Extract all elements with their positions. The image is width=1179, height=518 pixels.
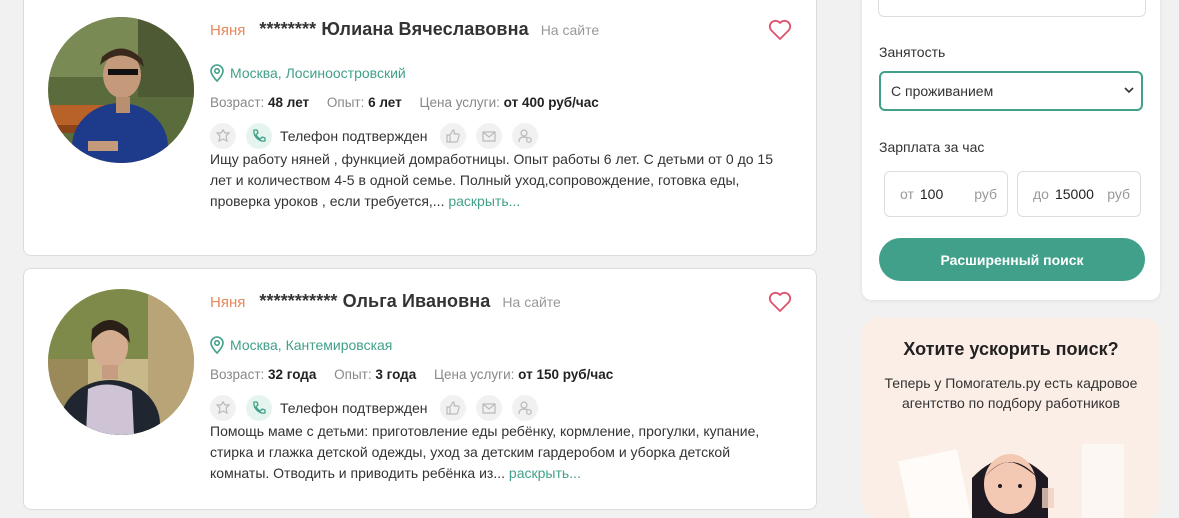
avatar[interactable]	[48, 289, 194, 435]
role-label: Няня	[210, 22, 246, 39]
candidate-name[interactable]: *********** Ольга Ивановна	[259, 291, 490, 312]
expand-link[interactable]: раскрыть...	[448, 193, 520, 209]
chevron-down-icon	[1124, 87, 1134, 94]
stats-row: Возраст: 32 года Опыт: 3 года Цена услуг…	[210, 367, 627, 382]
emblem-icon[interactable]	[210, 123, 236, 149]
stats-row: Возраст: 48 лет Опыт: 6 лет Цена услуги:…	[210, 95, 613, 110]
price-value: от 150 руб/час	[518, 367, 614, 382]
salary-label: Зарплата за час	[879, 139, 985, 155]
online-status: На сайте	[540, 22, 600, 38]
promo-text: Теперь у Помогатель.ру есть кадровое аге…	[884, 375, 1138, 411]
heart-icon[interactable]	[768, 291, 792, 313]
card-header: Няня *********** Ольга Ивановна На сайте	[210, 291, 561, 312]
filter-panel: Занятость С проживанием Зарплата за час …	[862, 0, 1160, 300]
location-pin-icon	[210, 64, 224, 82]
salary-to-input[interactable]: до 15000 руб	[1017, 171, 1141, 217]
age-label: Возраст:	[210, 95, 265, 110]
location-text: Москва, Кантемировская	[230, 337, 393, 353]
location-text: Москва, Лосиноостровский	[230, 65, 406, 81]
description: Помощь маме с детьми: приготовление еды …	[210, 421, 790, 484]
user-check-icon[interactable]	[511, 123, 538, 149]
candidate-name[interactable]: ******** Юлиана Вячеславовна	[259, 19, 528, 40]
envelope-icon[interactable]	[475, 123, 502, 149]
employment-label: Занятость	[879, 44, 946, 60]
price-value: от 400 руб/час	[503, 95, 599, 110]
online-status: На сайте	[502, 294, 561, 310]
verification-badges: Телефон подтвержден	[210, 395, 548, 421]
experience-label: Опыт:	[326, 95, 365, 110]
thumbs-up-icon[interactable]	[439, 123, 466, 149]
phone-icon[interactable]	[246, 123, 272, 149]
verification-badges: Телефон подтвержден	[210, 123, 548, 149]
employment-select-value: С проживанием	[891, 83, 994, 99]
location: Москва, Лосиноостровский	[210, 64, 406, 82]
promo-banner[interactable]: Хотите ускорить поиск? Теперь у Помогате…	[862, 318, 1160, 518]
salary-to-prefix: до	[1033, 186, 1049, 202]
description: Ищу работу няней , функцией домработницы…	[210, 149, 790, 212]
salary-from-prefix: от	[900, 186, 914, 202]
salary-from-value: 100	[919, 186, 944, 202]
phone-verified-text: Телефон подтвержден	[280, 128, 428, 144]
experience-value: 6 лет	[368, 95, 402, 110]
promo-illustration	[898, 444, 1124, 518]
avatar[interactable]	[48, 17, 194, 163]
expand-link[interactable]: раскрыть...	[509, 465, 581, 481]
advanced-search-button[interactable]: Расширенный поиск	[879, 238, 1145, 281]
age-value: 32 года	[268, 367, 317, 382]
age-label: Возраст:	[210, 367, 265, 382]
age-value: 48 лет	[268, 95, 310, 110]
candidate-card[interactable]: Няня ******** Юлиана Вячеславовна На сай…	[23, 0, 817, 256]
promo-title: Хотите ускорить поиск?	[903, 339, 1119, 359]
employment-select[interactable]: С проживанием	[879, 71, 1143, 111]
price-label: Цена услуги:	[419, 95, 500, 110]
location-pin-icon	[210, 336, 224, 354]
experience-label: Опыт:	[334, 367, 372, 382]
experience-value: 3 года	[375, 367, 417, 382]
phone-verified-text: Телефон подтвержден	[280, 400, 428, 416]
salary-from-unit: руб	[974, 186, 997, 202]
salary-to-value: 15000	[1054, 186, 1094, 202]
role-label: Няня	[210, 294, 246, 311]
envelope-icon[interactable]	[475, 395, 502, 421]
candidate-card[interactable]: Няня *********** Ольга Ивановна На сайте…	[23, 268, 817, 510]
salary-to-unit: руб	[1107, 186, 1130, 202]
thumbs-up-icon[interactable]	[439, 395, 466, 421]
phone-icon[interactable]	[246, 395, 272, 421]
user-check-icon[interactable]	[511, 395, 538, 421]
heart-icon[interactable]	[768, 19, 792, 41]
price-label: Цена услуги:	[434, 367, 515, 382]
location: Москва, Кантемировская	[210, 336, 392, 354]
salary-from-input[interactable]: от 100 руб	[884, 171, 1008, 217]
emblem-icon[interactable]	[210, 395, 236, 421]
description-text: Помощь маме с детьми: приготовление еды …	[210, 423, 760, 481]
filter-input[interactable]	[878, 0, 1146, 17]
card-header: Няня ******** Юлиана Вячеславовна На сай…	[210, 19, 599, 40]
